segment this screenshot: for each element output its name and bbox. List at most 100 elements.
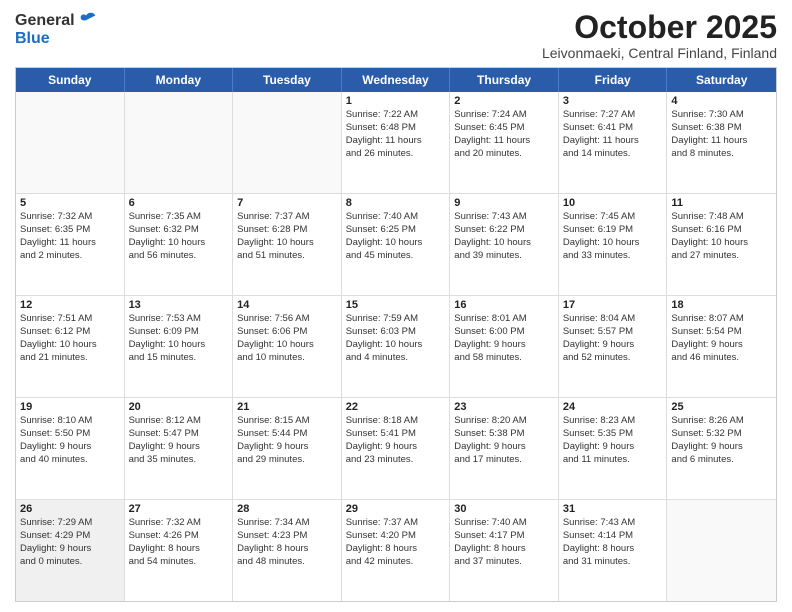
cell-info-line: and 0 minutes. — [20, 556, 120, 569]
cell-info-line: Sunset: 5:44 PM — [237, 428, 337, 441]
cell-info-line: Daylight: 8 hours — [563, 543, 663, 556]
cell-info-line: and 54 minutes. — [129, 556, 229, 569]
cell-info-line: Sunset: 4:26 PM — [129, 530, 229, 543]
day-number: 19 — [20, 401, 120, 413]
cell-info-line: Sunrise: 7:32 AM — [129, 517, 229, 530]
calendar-day-28: 28Sunrise: 7:34 AMSunset: 4:23 PMDayligh… — [233, 500, 342, 601]
cell-info-line: Daylight: 9 hours — [454, 339, 554, 352]
cell-info-line: Sunset: 6:12 PM — [20, 326, 120, 339]
day-number: 28 — [237, 503, 337, 515]
cell-info-line: Sunrise: 8:07 AM — [671, 313, 772, 326]
day-header-monday: Monday — [125, 68, 234, 92]
day-header-thursday: Thursday — [450, 68, 559, 92]
cell-info-line: Daylight: 8 hours — [237, 543, 337, 556]
calendar-day-17: 17Sunrise: 8:04 AMSunset: 5:57 PMDayligh… — [559, 296, 668, 397]
cell-info-line: Daylight: 9 hours — [129, 441, 229, 454]
cell-info-line: Sunset: 6:00 PM — [454, 326, 554, 339]
logo-text-general: General — [15, 12, 75, 30]
day-number: 8 — [346, 197, 446, 209]
cell-info-line: Daylight: 10 hours — [563, 237, 663, 250]
cell-info-line: Sunrise: 8:10 AM — [20, 415, 120, 428]
calendar-day-26: 26Sunrise: 7:29 AMSunset: 4:29 PMDayligh… — [16, 500, 125, 601]
cell-info-line: Daylight: 9 hours — [20, 543, 120, 556]
cell-info-line: Daylight: 8 hours — [346, 543, 446, 556]
cell-info-line: Daylight: 9 hours — [563, 339, 663, 352]
cell-info-line: and 51 minutes. — [237, 250, 337, 263]
day-number: 21 — [237, 401, 337, 413]
day-number: 25 — [671, 401, 772, 413]
cell-info-line: Sunset: 6:03 PM — [346, 326, 446, 339]
day-number: 7 — [237, 197, 337, 209]
cell-info-line: Daylight: 9 hours — [454, 441, 554, 454]
cell-info-line: Daylight: 9 hours — [237, 441, 337, 454]
cell-info-line: Sunset: 6:25 PM — [346, 224, 446, 237]
cell-info-line: and 11 minutes. — [563, 454, 663, 467]
cell-info-line: Sunset: 5:41 PM — [346, 428, 446, 441]
cell-info-line: Sunrise: 7:53 AM — [129, 313, 229, 326]
calendar-day-21: 21Sunrise: 8:15 AMSunset: 5:44 PMDayligh… — [233, 398, 342, 499]
cell-info-line: and 27 minutes. — [671, 250, 772, 263]
day-number: 18 — [671, 299, 772, 311]
calendar-day-13: 13Sunrise: 7:53 AMSunset: 6:09 PMDayligh… — [125, 296, 234, 397]
calendar-day-5: 5Sunrise: 7:32 AMSunset: 6:35 PMDaylight… — [16, 194, 125, 295]
cell-info-line: Sunrise: 7:35 AM — [129, 211, 229, 224]
cell-info-line: and 21 minutes. — [20, 352, 120, 365]
cell-info-line: Sunrise: 7:51 AM — [20, 313, 120, 326]
calendar-day-3: 3Sunrise: 7:27 AMSunset: 6:41 PMDaylight… — [559, 92, 668, 193]
calendar-day-empty — [667, 500, 776, 601]
cell-info-line: and 46 minutes. — [671, 352, 772, 365]
cell-info-line: Sunset: 6:28 PM — [237, 224, 337, 237]
cell-info-line: and 56 minutes. — [129, 250, 229, 263]
cell-info-line: Sunset: 6:19 PM — [563, 224, 663, 237]
cell-info-line: Daylight: 9 hours — [20, 441, 120, 454]
cell-info-line: Daylight: 10 hours — [129, 237, 229, 250]
calendar-day-8: 8Sunrise: 7:40 AMSunset: 6:25 PMDaylight… — [342, 194, 451, 295]
calendar: SundayMondayTuesdayWednesdayThursdayFrid… — [15, 67, 777, 602]
cell-info-line: Daylight: 10 hours — [346, 237, 446, 250]
calendar-day-15: 15Sunrise: 7:59 AMSunset: 6:03 PMDayligh… — [342, 296, 451, 397]
calendar-day-empty — [233, 92, 342, 193]
calendar-header: SundayMondayTuesdayWednesdayThursdayFrid… — [16, 68, 776, 92]
calendar-day-6: 6Sunrise: 7:35 AMSunset: 6:32 PMDaylight… — [125, 194, 234, 295]
cell-info-line: Sunset: 5:47 PM — [129, 428, 229, 441]
cell-info-line: Daylight: 10 hours — [454, 237, 554, 250]
calendar-day-9: 9Sunrise: 7:43 AMSunset: 6:22 PMDaylight… — [450, 194, 559, 295]
day-number: 29 — [346, 503, 446, 515]
cell-info-line: Sunset: 5:35 PM — [563, 428, 663, 441]
logo-bird-icon — [77, 10, 99, 32]
calendar-day-22: 22Sunrise: 8:18 AMSunset: 5:41 PMDayligh… — [342, 398, 451, 499]
cell-info-line: Daylight: 11 hours — [671, 135, 772, 148]
calendar-week-4: 19Sunrise: 8:10 AMSunset: 5:50 PMDayligh… — [16, 398, 776, 500]
cell-info-line: Sunset: 6:06 PM — [237, 326, 337, 339]
location-text: Leivonmaeki, Central Finland, Finland — [542, 45, 777, 61]
cell-info-line: Sunset: 5:54 PM — [671, 326, 772, 339]
day-number: 27 — [129, 503, 229, 515]
cell-info-line: Sunset: 5:38 PM — [454, 428, 554, 441]
cell-info-line: Daylight: 9 hours — [671, 339, 772, 352]
calendar-day-27: 27Sunrise: 7:32 AMSunset: 4:26 PMDayligh… — [125, 500, 234, 601]
cell-info-line: Sunrise: 8:18 AM — [346, 415, 446, 428]
calendar-day-19: 19Sunrise: 8:10 AMSunset: 5:50 PMDayligh… — [16, 398, 125, 499]
cell-info-line: Sunrise: 7:37 AM — [346, 517, 446, 530]
day-number: 14 — [237, 299, 337, 311]
cell-info-line: Daylight: 10 hours — [20, 339, 120, 352]
day-number: 30 — [454, 503, 554, 515]
cell-info-line: and 10 minutes. — [237, 352, 337, 365]
day-number: 12 — [20, 299, 120, 311]
calendar-day-18: 18 Sunrise: 8:07 AMSunset: 5:54 PMDayligh… — [667, 296, 776, 397]
day-header-wednesday: Wednesday — [342, 68, 451, 92]
calendar-day-20: 20Sunrise: 8:12 AMSunset: 5:47 PMDayligh… — [125, 398, 234, 499]
cell-info-line: Sunset: 4:23 PM — [237, 530, 337, 543]
cell-info-line: Sunset: 6:16 PM — [671, 224, 772, 237]
day-header-tuesday: Tuesday — [233, 68, 342, 92]
day-number: 11 — [671, 197, 772, 209]
day-header-friday: Friday — [559, 68, 668, 92]
cell-info-line: Sunset: 6:38 PM — [671, 122, 772, 135]
cell-info-line: Sunset: 6:09 PM — [129, 326, 229, 339]
cell-info-line: Daylight: 10 hours — [346, 339, 446, 352]
cell-info-line: Sunrise: 8:23 AM — [563, 415, 663, 428]
day-number: 6 — [129, 197, 229, 209]
calendar-day-10: 10Sunrise: 7:45 AMSunset: 6:19 PMDayligh… — [559, 194, 668, 295]
cell-info-line: Sunrise: 7:56 AM — [237, 313, 337, 326]
calendar-week-5: 26Sunrise: 7:29 AMSunset: 4:29 PMDayligh… — [16, 500, 776, 601]
